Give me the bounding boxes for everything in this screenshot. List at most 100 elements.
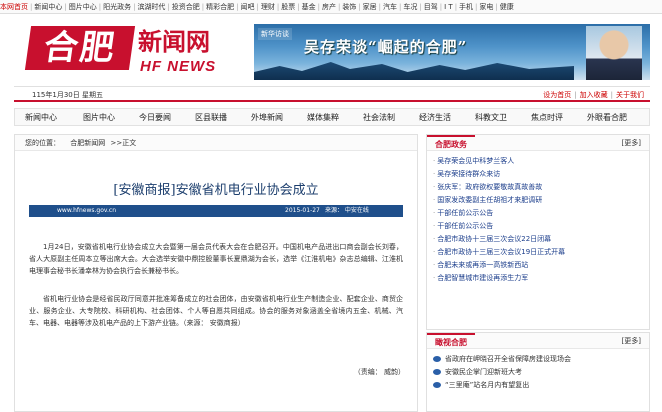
- set-homepage-link[interactable]: 设为首页: [543, 91, 571, 99]
- gallery-list-item[interactable]: 安徽民企掌门迎新班大考: [433, 366, 649, 379]
- topnav-item[interactable]: 家居: [363, 0, 377, 13]
- politics-list-item[interactable]: · 合肥未来或再添一高铁新西站: [433, 259, 649, 272]
- breadcrumb-site-link[interactable]: 合肥新闻网: [62, 139, 105, 147]
- politics-list: · 吴存荣会见中科梦兰客人 · 吴存荣接待群众来访 · 张庆军：政府欲权要敬故真故善故 · 国…: [427, 151, 649, 285]
- channel-economy-life[interactable]: 经济生活: [419, 109, 451, 127]
- politics-list-item[interactable]: · 合肥智慧城市建设再添生力军: [433, 272, 649, 285]
- breadcrumb: 您的位置： 合肥新闻网 >>正文: [15, 135, 417, 151]
- topnav-item[interactable]: 基金: [302, 0, 316, 13]
- bullet-icon: [433, 382, 441, 388]
- topnav-item[interactable]: 车况: [403, 0, 417, 13]
- current-date: 115年1月30日 星期五: [32, 91, 103, 99]
- gallery-panel-title[interactable]: 瞰视合肥: [427, 333, 475, 349]
- gallery-list: 省政府在岬晓召开全省保障房建设现场会 安徽民企掌门迎新班大考 “三里庵”站名月内有望…: [427, 349, 649, 392]
- channel-county-news[interactable]: 区县联播: [195, 109, 227, 127]
- politics-item-text: 干部任前公示公告: [437, 222, 494, 230]
- channel-education-culture[interactable]: 科教文卫: [475, 109, 507, 127]
- politics-panel-title[interactable]: 合肥政务: [427, 135, 475, 151]
- politics-list-item[interactable]: · 吴存荣会见中科梦兰客人: [433, 155, 649, 168]
- site-header: 合肥 新闻网 HF NEWS 新华访谈 吴存荣谈“崛起的合肥”: [14, 22, 650, 84]
- breadcrumb-current: >>正文: [110, 139, 137, 147]
- bullet-icon: [433, 369, 441, 375]
- site-logo[interactable]: 合肥 新闻网 HF NEWS: [24, 26, 234, 80]
- article-column: 您的位置： 合肥新闻网 >>正文 [安徽商报]安徽省机电行业协会成立 www.h…: [14, 134, 418, 412]
- channel-today-news[interactable]: 今日要闻: [139, 109, 171, 127]
- channel-outside-view[interactable]: 外眼看合肥: [587, 109, 627, 127]
- sidebar: 合肥政务 [更多] · 吴存荣会见中科梦兰客人 · 吴存荣接待群众来访 · 张庆军：政府欲…: [426, 134, 650, 412]
- gallery-item-text: 省政府在岬晓召开全省保障房建设现场会: [445, 355, 571, 363]
- politics-list-item[interactable]: · 合肥市政协十三届三次会议19日正式开幕: [433, 246, 649, 259]
- top-navigation: 本网首页 | 新闻中心 | 图片中心 | 阳光政务 | 滨湖时代 | 投资合肥 | 精彩合肥 | 闻吧 | 理财…: [0, 0, 662, 14]
- topnav-item[interactable]: 手机: [459, 0, 473, 13]
- politics-list-item[interactable]: · 合肥市政协十三届三次会议22日闭幕: [433, 233, 649, 246]
- gallery-item-text: 安徽民企掌门迎新班大考: [445, 368, 522, 376]
- politics-item-text: 国家发改委副主任胡祖才来肥调研: [437, 196, 543, 204]
- topnav-item[interactable]: 股票: [281, 0, 295, 13]
- politics-item-text: 合肥市政协十三届三次会议19日正式开幕: [437, 248, 566, 256]
- article-site-url: www.hfnews.gov.cn: [57, 207, 117, 214]
- add-favorite-link[interactable]: 加入收藏: [580, 91, 608, 99]
- politics-item-text: 吴存荣接待群众来访: [437, 170, 501, 178]
- article-title: [安徽商报]安徽省机电行业协会成立: [113, 183, 319, 198]
- channel-society-law[interactable]: 社会法制: [363, 109, 395, 127]
- politics-list-item[interactable]: · 干部任前公示公告: [433, 220, 649, 233]
- topnav-item[interactable]: 新闻中心: [34, 0, 62, 13]
- politics-item-text: 合肥智慧城市建设再添生力军: [437, 274, 529, 282]
- topnav-item[interactable]: 目驾: [424, 0, 438, 13]
- banner-tag: 新华访谈: [258, 28, 292, 40]
- politics-item-text: 合肥未来或再添一高铁新西站: [437, 261, 529, 269]
- politics-list-item[interactable]: · 吴存荣接待群众来访: [433, 168, 649, 181]
- breadcrumb-label: 您的位置：: [25, 139, 60, 147]
- topnav-item[interactable]: 闻吧: [241, 0, 255, 13]
- politics-panel: 合肥政务 [更多] · 吴存荣会见中科梦兰客人 · 吴存荣接待群众来访 · 张庆军：政府欲…: [426, 134, 650, 330]
- gallery-panel-header: 瞰视合肥 [更多]: [427, 333, 649, 349]
- topnav-item[interactable]: 图片中心: [69, 0, 97, 13]
- topnav-item[interactable]: 健康: [500, 0, 514, 13]
- banner-skyline: [254, 62, 574, 80]
- site-links: 设为首页 | 加入收藏 | 关于我们: [543, 91, 644, 99]
- gallery-list-item[interactable]: “三里庵”站名月内有望复出: [433, 379, 649, 392]
- topnav-item[interactable]: 理财: [261, 0, 275, 13]
- logo-english-name: HF NEWS: [140, 58, 217, 75]
- channel-media-digest[interactable]: 媒体集粹: [307, 109, 339, 127]
- channel-photo-center[interactable]: 图片中心: [83, 109, 115, 127]
- article-paragraph-2: 省机电行业协会是经省民政厅同意并批准筹备成立的社会团体，由安徽省机电行业生产制造…: [29, 295, 403, 327]
- article-source: 来源： 中安在线: [325, 207, 369, 214]
- politics-more-link[interactable]: [更多]: [622, 135, 641, 151]
- topnav-item[interactable]: 精彩合肥: [206, 0, 234, 13]
- article-paragraph-1: 1月24日，安徽省机电行业协会成立大会暨第一届会员代表大会在合肥召开。中国机电产…: [29, 243, 403, 275]
- gallery-item-text: “三里庵”站名月内有望复出: [445, 381, 530, 389]
- gallery-more-link[interactable]: [更多]: [622, 333, 641, 349]
- article-meta-bar: www.hfnews.gov.cn 2015-01-27 来源： 中安在线: [29, 205, 403, 217]
- bullet-icon: [433, 356, 441, 362]
- topnav-item[interactable]: 房产: [322, 0, 336, 13]
- gallery-panel: 瞰视合肥 [更多] 省政府在岬晓召开全省保障房建设现场会 安徽民企掌门迎新班大考 “…: [426, 332, 650, 412]
- politics-panel-header: 合肥政务 [更多]: [427, 135, 649, 151]
- about-us-link[interactable]: 关于我们: [616, 91, 644, 99]
- gallery-list-item[interactable]: 省政府在岬晓召开全省保障房建设现场会: [433, 353, 649, 366]
- topnav-item[interactable]: 本网首页: [0, 0, 28, 13]
- topnav-item[interactable]: I T: [444, 0, 453, 13]
- banner-title: 吴存荣谈“崛起的合肥”: [304, 38, 468, 56]
- channel-outside-news[interactable]: 外埠新闻: [251, 109, 283, 127]
- logo-chinese-mark: 合肥: [24, 26, 136, 70]
- channel-news-center[interactable]: 新闻中心: [25, 109, 57, 127]
- politics-list-item[interactable]: · 国家发改委副主任胡祖才来肥调研: [433, 194, 649, 207]
- politics-list-item[interactable]: · 张庆军：政府欲权要敬故真故善故: [433, 181, 649, 194]
- politics-item-text: 吴存荣会见中科梦兰客人: [437, 157, 515, 165]
- header-banner[interactable]: 新华访谈 吴存荣谈“崛起的合肥”: [254, 24, 650, 80]
- banner-portrait: [586, 26, 642, 80]
- topnav-item[interactable]: 投资合肥: [172, 0, 200, 13]
- topnav-item[interactable]: 滨湖时代: [137, 0, 165, 13]
- topnav-item[interactable]: 阳光政务: [103, 0, 131, 13]
- channel-commentary[interactable]: 焦点时评: [531, 109, 563, 127]
- politics-item-text: 干部任前公示公告: [437, 209, 494, 217]
- politics-list-item[interactable]: · 干部任前公示公告: [433, 207, 649, 220]
- topnav-item[interactable]: 汽车: [383, 0, 397, 13]
- article-editor: （责编： 威韵）: [353, 368, 405, 376]
- topnav-item[interactable]: 家电: [479, 0, 493, 13]
- politics-item-text: 合肥市政协十三届三次会议22日闭幕: [437, 235, 552, 243]
- topnav-item[interactable]: 装饰: [342, 0, 356, 13]
- channel-navigation: 新闻中心 图片中心 今日要闻 区县联播 外埠新闻 媒体集粹 社会法制 经济生活 …: [14, 108, 650, 126]
- article-time: 2015-01-27: [285, 207, 320, 214]
